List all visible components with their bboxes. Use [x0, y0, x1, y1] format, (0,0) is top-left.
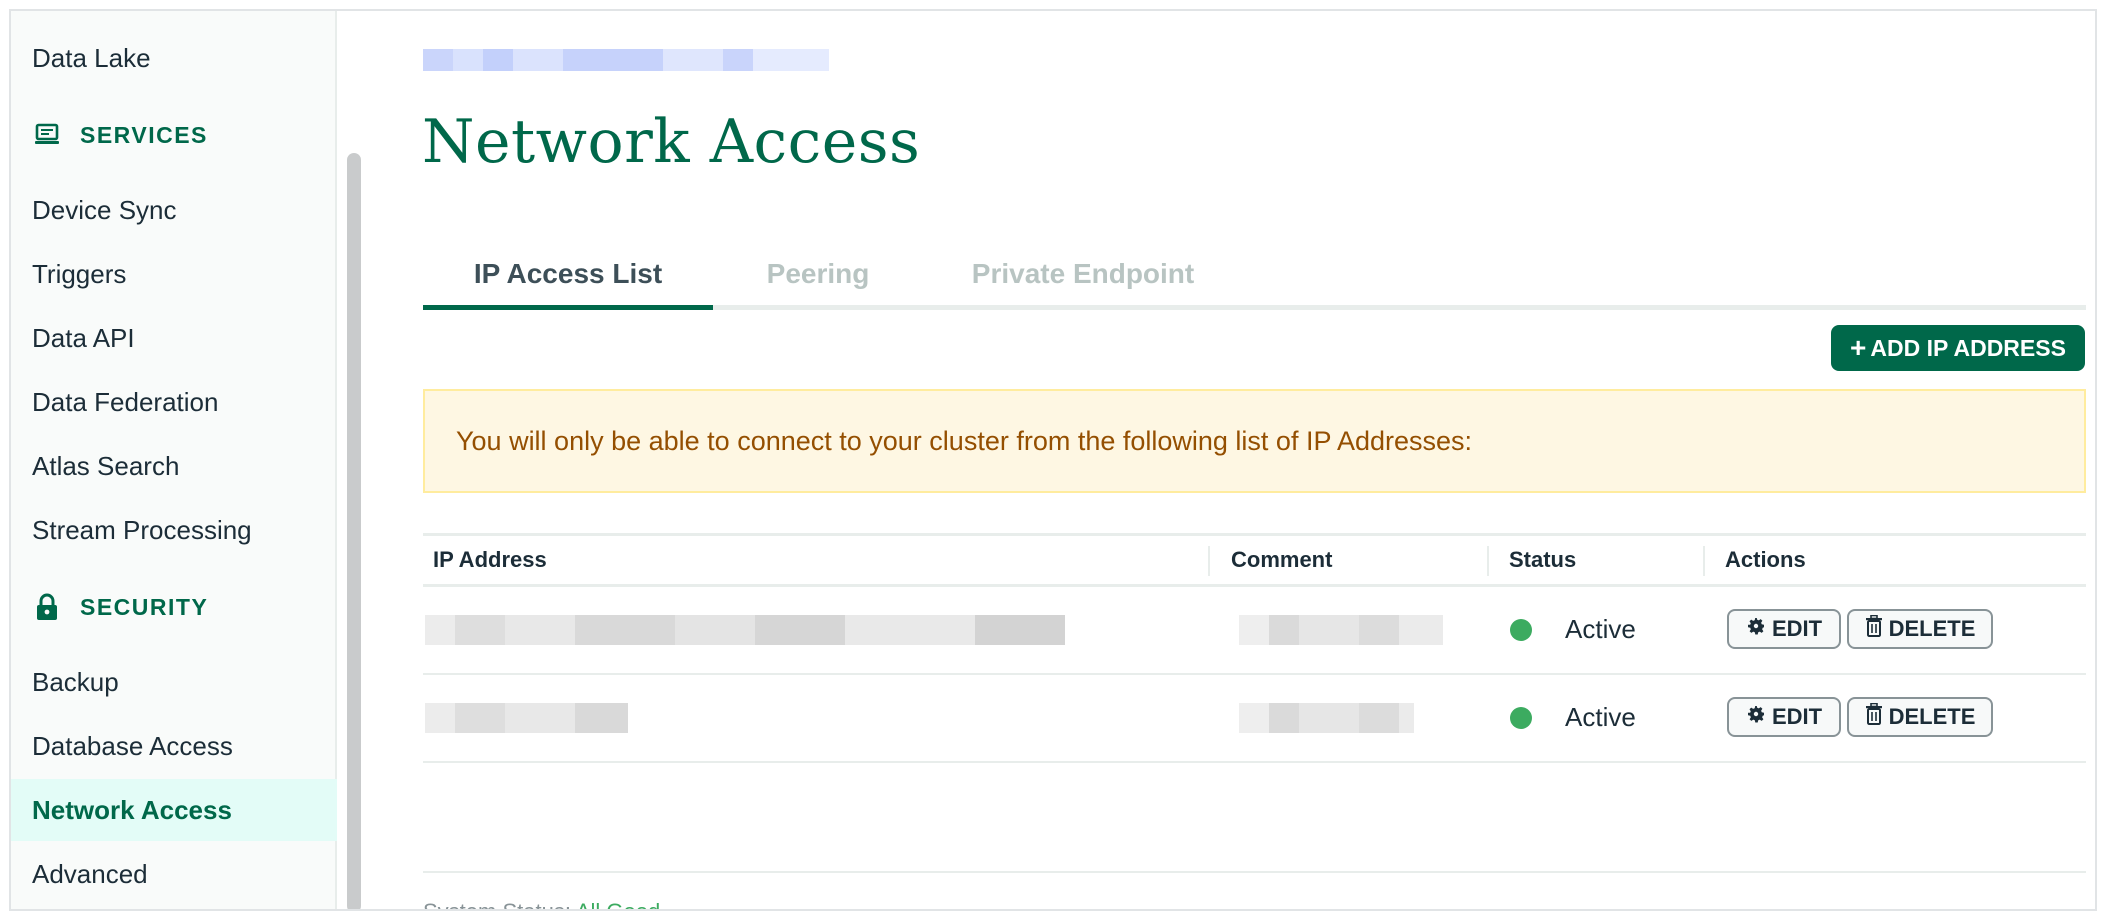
sidebar-item-data-api[interactable]: Data API	[11, 307, 337, 369]
tab-peering[interactable]: Peering	[713, 243, 923, 305]
add-ip-address-label: ADD IP ADDRESS	[1870, 334, 2066, 361]
status-dot-icon	[1510, 619, 1532, 641]
sidebar-item-stream-processing[interactable]: Stream Processing	[11, 499, 337, 561]
column-header-comment[interactable]: Comment	[1231, 536, 1332, 584]
column-header-ip-address[interactable]: IP Address	[433, 536, 547, 584]
sidebar-item-label: Data Federation	[32, 386, 219, 417]
ip-address-redacted	[425, 615, 1065, 645]
delete-button[interactable]: DELETE	[1847, 697, 1993, 737]
sidebar: Data Lake SERVICES Device Sync Triggers …	[11, 11, 337, 909]
comment-redacted	[1239, 615, 1443, 645]
add-ip-address-button[interactable]: + ADD IP ADDRESS	[1831, 325, 2085, 371]
table-row: Active EDIT DELETE	[423, 675, 2086, 763]
sidebar-item-device-sync[interactable]: Device Sync	[11, 179, 337, 241]
table-header: IP Address Comment Status Actions	[423, 533, 2086, 587]
sidebar-item-atlas-search[interactable]: Atlas Search	[11, 435, 337, 497]
sidebar-item-label: Atlas Search	[32, 450, 180, 481]
gear-icon	[1746, 704, 1766, 730]
edit-label: EDIT	[1771, 616, 1823, 641]
gear-icon	[1746, 616, 1766, 642]
trash-icon	[1865, 702, 1883, 731]
tab-bar: IP Access List Peering Private Endpoint	[423, 243, 2086, 310]
sidebar-item-label: Stream Processing	[32, 514, 252, 545]
ip-address-redacted	[425, 703, 628, 733]
sidebar-item-advanced[interactable]: Advanced	[11, 843, 337, 905]
status-dot-icon	[1510, 707, 1532, 729]
sidebar-item-data-lake[interactable]: Data Lake	[11, 27, 337, 89]
system-status: System Status: All Good	[423, 899, 660, 909]
edit-button[interactable]: EDIT	[1727, 697, 1841, 737]
ip-access-table: IP Address Comment Status Actions Active…	[423, 533, 2086, 763]
sidebar-heading-services: SERVICES	[32, 115, 208, 155]
laptop-icon	[32, 120, 62, 150]
info-banner: You will only be able to connect to your…	[423, 389, 2086, 493]
sidebar-scrollbar[interactable]	[347, 153, 361, 909]
footer-divider	[423, 871, 2086, 873]
plus-icon: +	[1850, 332, 1867, 363]
delete-label: DELETE	[1888, 704, 1976, 729]
trash-icon	[1865, 614, 1883, 643]
sidebar-heading-security: SECURITY	[32, 587, 208, 627]
sidebar-item-data-federation[interactable]: Data Federation	[11, 371, 337, 433]
sidebar-item-label: Advanced	[32, 858, 148, 889]
sidebar-item-label: Device Sync	[32, 194, 177, 225]
system-status-link[interactable]: All Good	[576, 899, 660, 909]
sidebar-item-label: Network Access	[32, 794, 232, 825]
tab-private-endpoint[interactable]: Private Endpoint	[933, 243, 1233, 305]
banner-text: You will only be able to connect to your…	[456, 425, 1473, 456]
column-divider	[1208, 546, 1210, 576]
status-text: Active	[1565, 614, 1636, 644]
lock-icon	[32, 592, 62, 622]
sidebar-item-triggers[interactable]: Triggers	[11, 243, 337, 305]
edit-label: EDIT	[1771, 704, 1823, 729]
sidebar-item-label: Data API	[32, 322, 135, 353]
system-status-label: System Status:	[423, 899, 571, 909]
app-window: Data Lake SERVICES Device Sync Triggers …	[9, 9, 2097, 911]
edit-button[interactable]: EDIT	[1727, 609, 1841, 649]
sidebar-item-network-access[interactable]: Network Access	[11, 779, 337, 841]
breadcrumb-redacted	[423, 49, 829, 71]
sidebar-item-backup[interactable]: Backup	[11, 651, 337, 713]
column-header-status[interactable]: Status	[1509, 536, 1576, 584]
sidebar-item-label: Data Lake	[32, 42, 151, 73]
comment-redacted	[1239, 703, 1414, 733]
table-row: Active EDIT DELETE	[423, 587, 2086, 675]
delete-button[interactable]: DELETE	[1847, 609, 1993, 649]
sidebar-item-database-access[interactable]: Database Access	[11, 715, 337, 777]
tab-ip-access-list[interactable]: IP Access List	[423, 243, 713, 310]
main-content: Network Access IP Access List Peering Pr…	[373, 11, 2095, 909]
sidebar-item-label: Backup	[32, 666, 119, 697]
sidebar-item-label: Triggers	[32, 258, 127, 289]
column-divider	[1703, 546, 1705, 576]
status-text: Active	[1565, 702, 1636, 732]
delete-label: DELETE	[1888, 616, 1976, 641]
page-title: Network Access	[422, 107, 921, 177]
column-divider	[1487, 546, 1489, 576]
sidebar-item-label: Database Access	[32, 730, 233, 761]
column-header-actions: Actions	[1725, 547, 1806, 572]
